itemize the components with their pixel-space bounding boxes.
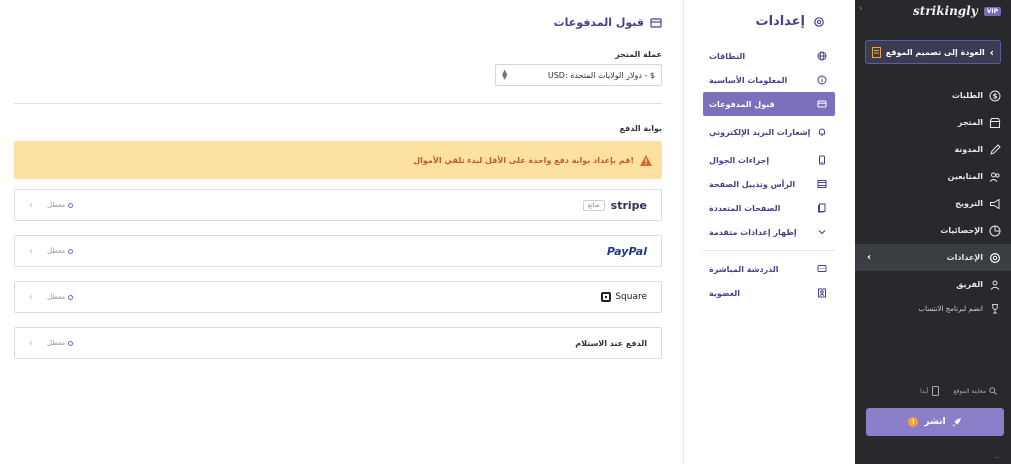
sidebar-bottom-links: أيدا معاينة الموقع xyxy=(920,386,997,396)
nav-item-email-notifications[interactable]: إشعارات البريد الإلكتروني xyxy=(703,116,835,148)
provider-row-paypal[interactable]: ‹ معطل PayPal xyxy=(14,235,662,267)
status-dot-icon xyxy=(68,202,74,208)
currency-select[interactable]: ▲ ▼ USD: دولار الولايات المتحدة - $ xyxy=(495,64,662,86)
sidebar-menu: $ الطلبات المتجر المدونة المتابعين الترو… xyxy=(855,82,1011,320)
nav-item-basic-info[interactable]: المعلومات الأساسية xyxy=(703,68,835,92)
publish-button[interactable]: ! انشر xyxy=(866,408,1004,436)
chevron-left-icon: ‹ xyxy=(989,45,994,59)
rocket-icon xyxy=(952,418,961,427)
currency-label: عملة المتجر xyxy=(615,50,662,59)
sidebar-footer: ... xyxy=(994,452,1001,460)
nav-item-domains[interactable]: النطاقات xyxy=(703,44,835,68)
site-preview-link[interactable]: معاينة الموقع xyxy=(953,387,997,395)
sidebar-item-affiliate[interactable]: انضم لبرنامج الانتساب xyxy=(855,298,1011,320)
sidebar-item-blog[interactable]: المدونة xyxy=(855,136,1011,163)
status-dot-icon xyxy=(68,248,74,254)
gear-icon xyxy=(989,252,1001,263)
member-icon xyxy=(818,288,826,298)
nav-item-membership[interactable]: العضوية xyxy=(703,281,835,305)
pie-chart-icon xyxy=(989,225,1001,236)
gateway-label: بوابة الدفع xyxy=(619,124,662,133)
vip-badge: VIP xyxy=(983,6,1001,16)
sidebar-item-followers[interactable]: المتابعين xyxy=(855,163,1011,190)
chat-icon xyxy=(817,265,827,272)
trophy-icon xyxy=(991,304,999,314)
chevron-left-icon: ‹ xyxy=(29,245,33,257)
status-badge: معطل xyxy=(47,201,74,209)
dollar-icon: $ xyxy=(989,90,1001,101)
sidebar-item-store[interactable]: المتجر xyxy=(855,109,1011,136)
globe-icon xyxy=(817,51,827,61)
chevron-left-icon: ‹ xyxy=(29,291,33,303)
team-icon xyxy=(990,280,1000,290)
layout-icon xyxy=(817,180,827,188)
stripe-logo: stripe xyxy=(610,198,647,212)
chevron-left-icon: ‹ xyxy=(867,252,872,263)
provider-row-cod[interactable]: ‹ معطل الدفع عند الاستلام xyxy=(14,327,662,359)
warning-icon xyxy=(640,154,652,166)
sidebar-item-orders[interactable]: $ الطلبات xyxy=(855,82,1011,109)
paypal-logo: PayPal xyxy=(606,244,647,258)
back-to-design-button[interactable]: العودة إلى تصميم الموقع ‹ xyxy=(865,40,1001,64)
document-icon xyxy=(872,46,881,58)
divider xyxy=(14,103,662,104)
chevron-left-icon: ‹ xyxy=(29,337,33,349)
megaphone-icon xyxy=(990,198,1000,209)
nav-item-multiple-pages[interactable]: الصفحات المتعددة xyxy=(703,196,835,220)
pages-icon xyxy=(818,203,826,213)
search-icon xyxy=(989,387,997,395)
status-dot-icon xyxy=(68,340,74,346)
status-badge: معطل xyxy=(47,339,74,347)
card-icon xyxy=(650,17,662,28)
users-icon xyxy=(989,172,1000,182)
square-logo: Square xyxy=(601,292,647,302)
svg-text:$: $ xyxy=(993,92,998,100)
chevron-down-icon xyxy=(818,230,826,235)
square-icon xyxy=(601,292,612,302)
card-icon xyxy=(817,100,827,108)
info-icon xyxy=(817,75,827,85)
nav-item-header-footer[interactable]: الرأس وتذييل الصفحة xyxy=(703,172,835,196)
nav-item-mobile-actions[interactable]: إجراءات الجوال xyxy=(703,148,835,172)
mobile-preview-link[interactable]: أيدا xyxy=(920,386,940,396)
nav-item-show-advanced[interactable]: إظهار إعدادات متقدمة xyxy=(703,220,835,244)
sidebar-item-settings[interactable]: ‹ الإعدادات xyxy=(855,244,1011,271)
sidebar-item-analytics[interactable]: الإحصائيات xyxy=(855,217,1011,244)
currency-value: USD: دولار الولايات المتحدة - $ xyxy=(547,70,655,80)
nav-divider xyxy=(703,250,835,251)
settings-title: إعدادات xyxy=(756,14,826,29)
nav-item-payments[interactable]: قبول المدفوعات xyxy=(703,92,835,116)
provider-row-stripe[interactable]: ‹ معطل شائع stripe xyxy=(14,189,662,221)
status-badge: معطل xyxy=(47,293,74,301)
mobile-icon xyxy=(932,386,940,396)
provider-row-square[interactable]: ‹ معطل Square xyxy=(14,281,662,313)
cod-label: الدفع عند الاستلام xyxy=(575,338,647,348)
select-arrows-icon: ▲ ▼ xyxy=(502,68,508,81)
collapse-sidebar-icon[interactable]: › xyxy=(859,4,863,14)
app-sidebar: › strikingly VIP العودة إلى تصميم الموقع… xyxy=(855,0,1011,464)
chevron-left-icon: ‹ xyxy=(29,199,33,211)
warning-alert: قم بإعداد بوابة دفع واحدة على الأقل لبدء… xyxy=(14,141,662,179)
status-dot-icon xyxy=(68,294,74,300)
mobile-icon xyxy=(819,155,825,165)
settings-nav: إعدادات النطاقات المعلومات الأساسية قبول… xyxy=(683,0,855,464)
brand-logo: strikingly VIP xyxy=(913,4,1001,18)
gear-icon xyxy=(814,16,824,27)
nav-item-live-chat[interactable]: الدردشة المباشرة xyxy=(703,257,835,281)
page-title: قبول المدفوعات xyxy=(554,16,662,29)
status-badge: معطل xyxy=(47,247,74,255)
sidebar-item-promotion[interactable]: الترويج xyxy=(855,190,1011,217)
bell-icon xyxy=(818,128,826,137)
pen-icon xyxy=(990,143,1001,155)
store-icon xyxy=(989,117,1001,128)
alert-icon: ! xyxy=(908,417,919,427)
alert-text: قم بإعداد بوابة دفع واحدة على الأقل لبدء… xyxy=(413,155,634,165)
popular-tag: شائع xyxy=(582,199,605,211)
sidebar-item-team[interactable]: الفريق xyxy=(855,271,1011,298)
main-panel: قبول المدفوعات عملة المتجر ▲ ▼ USD: دولار… xyxy=(14,0,662,464)
